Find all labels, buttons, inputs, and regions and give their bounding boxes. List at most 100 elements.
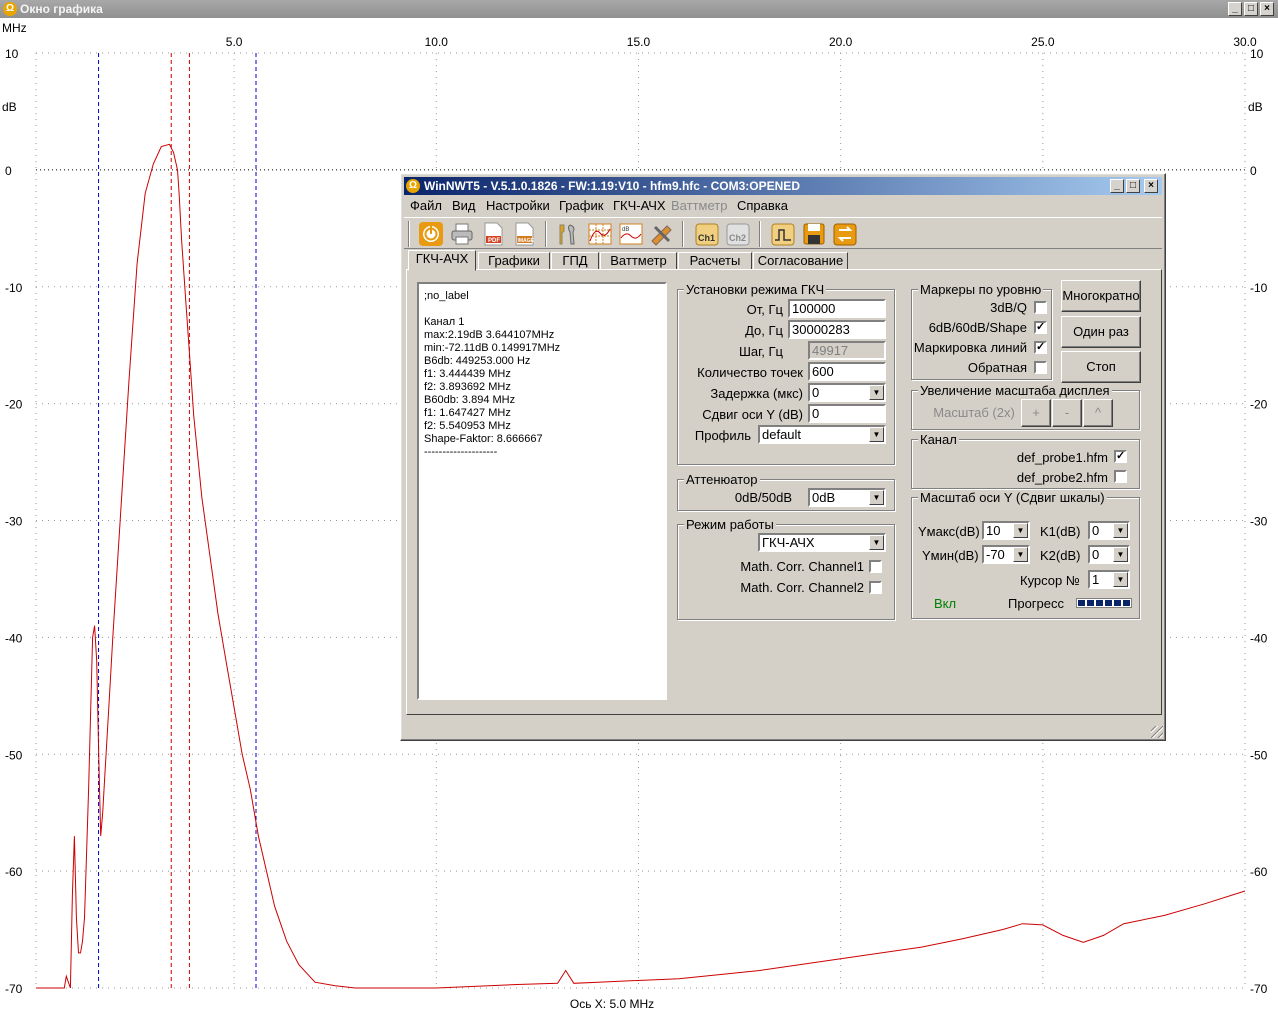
y-tick-label-left: -50 [5,748,23,762]
sweep-icon[interactable] [770,221,796,247]
y-tick-label-left: -30 [5,515,23,529]
chevron-down-icon[interactable]: ▼ [869,490,884,505]
minimize-button[interactable]: _ [1228,2,1242,16]
probe2-checkbox[interactable] [1114,470,1127,483]
tab-sweep[interactable]: ГКЧ-АЧХ [408,250,476,271]
single-sweep-button[interactable]: Один раз [1061,316,1141,348]
close-button[interactable]: × [1260,2,1274,16]
tab-wattmeter[interactable]: Ваттметр [600,252,677,270]
zoom-minus-button[interactable]: - [1052,399,1082,427]
db-graph-icon[interactable]: dB [618,221,644,247]
reverse-checkbox[interactable] [1034,361,1047,374]
chevron-down-icon[interactable]: ▼ [1013,523,1028,538]
measurement-info-box[interactable]: ;no_label Канал 1 max:2.19dB 3.644107MHz… [417,282,667,700]
tools-icon[interactable] [554,221,580,247]
info-line: ;no_label [424,290,469,302]
menu-settings[interactable]: Настройки [486,198,550,213]
dialog-title-bar[interactable]: Ω WinNWT5 - V.5.1.0.1826 - FW:1.19:V10 -… [404,177,1162,195]
zoom-plus-button[interactable]: + [1021,399,1051,427]
from-label: От, Гц [746,302,783,317]
k2-label: K2(dB) [1040,548,1081,563]
group-title: Маркеры по уровню [918,282,1044,297]
yshift-input[interactable]: 0 [808,404,886,423]
delay-select[interactable]: 0 ▼ [808,383,886,402]
chevron-down-icon[interactable]: ▼ [869,427,884,442]
probe2-label: def_probe2.hfm [1016,470,1108,485]
ymax-value: 10 [986,523,1001,538]
swap-icon[interactable] [832,221,858,247]
tab-calculations[interactable]: Расчеты [678,252,752,270]
dialog-maximize-button[interactable]: □ [1126,179,1140,193]
progress-bar [1076,598,1132,608]
x-tick-label: 10.0 [425,35,449,49]
chevron-down-icon[interactable]: ▼ [869,385,884,400]
y-tick-label-left: -40 [5,631,23,645]
tab-vfo[interactable]: ГПД [551,252,599,270]
mode-group: Режим работы ГКЧ-АЧХ ▼ Math. Corr. Channe… [677,517,895,620]
printer-icon[interactable] [449,221,475,247]
ymax-label: Yмакс(dB) [918,524,980,539]
menu-help[interactable]: Справка [737,198,788,213]
mode-select[interactable]: ГКЧ-АЧХ ▼ [758,533,886,552]
progress-label: Прогресс [1008,596,1065,611]
cursor-value: 1 [1092,572,1100,587]
corr1-checkbox[interactable] [869,560,882,573]
chevron-down-icon[interactable]: ▼ [1013,547,1028,562]
menu-graph[interactable]: График [559,198,603,213]
menu-wattmeter[interactable]: Ваттметр [671,198,727,213]
dialog-close-button[interactable]: × [1144,179,1158,193]
tab-matching[interactable]: Согласование [753,252,848,270]
zoom-2x-button[interactable]: Масштаб (2x) [930,399,1018,427]
chevron-down-icon[interactable]: ▼ [1113,547,1128,562]
ch1-icon[interactable]: Ch1 [694,221,720,247]
to-input[interactable]: 30000283 [788,320,886,339]
corr2-checkbox[interactable] [869,581,882,594]
y-tick-label-left: 10 [5,47,19,61]
profile-select[interactable]: default ▼ [758,425,886,444]
stop-button[interactable]: Стоп [1061,351,1141,383]
cursor-select[interactable]: 1 ▼ [1088,570,1130,589]
calibrate-icon[interactable] [649,221,675,247]
ch2-icon[interactable]: Ch2 [725,221,751,247]
delay-value: 0 [812,385,820,400]
multi-sweep-button[interactable]: Многократно [1061,280,1141,312]
profile-label: Профиль [694,428,751,443]
power-icon[interactable] [418,221,444,247]
x-axis-caption: Ось X: 5.0 MHz [570,997,654,1011]
dialog-minimize-button[interactable]: _ [1110,179,1124,193]
chevron-down-icon[interactable]: ▼ [869,535,884,550]
x-unit-label: MHz [2,21,27,35]
step-label: Шаг, Гц [738,344,783,359]
shape-checkbox[interactable]: ✓ [1034,321,1047,334]
ymax-select[interactable]: 10 ▼ [982,521,1030,540]
points-input[interactable]: 600 [808,362,886,381]
maximize-button[interactable]: □ [1244,2,1258,16]
q-checkbox[interactable] [1034,301,1047,314]
menu-view[interactable]: Вид [452,198,476,213]
grid-icon[interactable] [587,221,613,247]
outer-title-bar: Ω Окно графика _ □ × [0,0,1278,18]
k1-select[interactable]: 0 ▼ [1088,521,1130,540]
info-line: max:2.19dB 3.644107MHz [424,329,555,341]
save-icon[interactable] [801,221,827,247]
attenuator-select[interactable]: 0dB ▼ [808,488,886,507]
zoom-up-button[interactable]: ^ [1083,399,1113,427]
chevron-down-icon[interactable]: ▼ [1113,523,1128,538]
tab-graphs[interactable]: Графики [478,252,550,270]
resize-grip-icon[interactable] [1151,726,1163,738]
info-line: Канал 1 [424,316,465,328]
lines-checkbox[interactable]: ✓ [1034,341,1047,354]
probe1-checkbox[interactable]: ✓ [1114,450,1127,463]
image-icon[interactable]: IMAGE [511,221,537,247]
from-input[interactable]: 100000 [788,299,886,318]
chevron-down-icon[interactable]: ▼ [1113,572,1128,587]
yscale-group: Масштаб оси Y (Сдвиг шкалы) Yмакс(dB) 10… [911,490,1140,619]
reverse-label: Обратная [967,360,1027,375]
pdf-icon[interactable]: PDF [480,221,506,247]
menu-sweep[interactable]: ГКЧ-АЧХ [613,198,666,213]
menu-file[interactable]: Файл [410,198,442,213]
k2-value: 0 [1092,547,1100,562]
ymin-select[interactable]: -70 ▼ [982,545,1030,564]
status-on-label: Вкл [934,596,957,611]
k2-select[interactable]: 0 ▼ [1088,545,1130,564]
